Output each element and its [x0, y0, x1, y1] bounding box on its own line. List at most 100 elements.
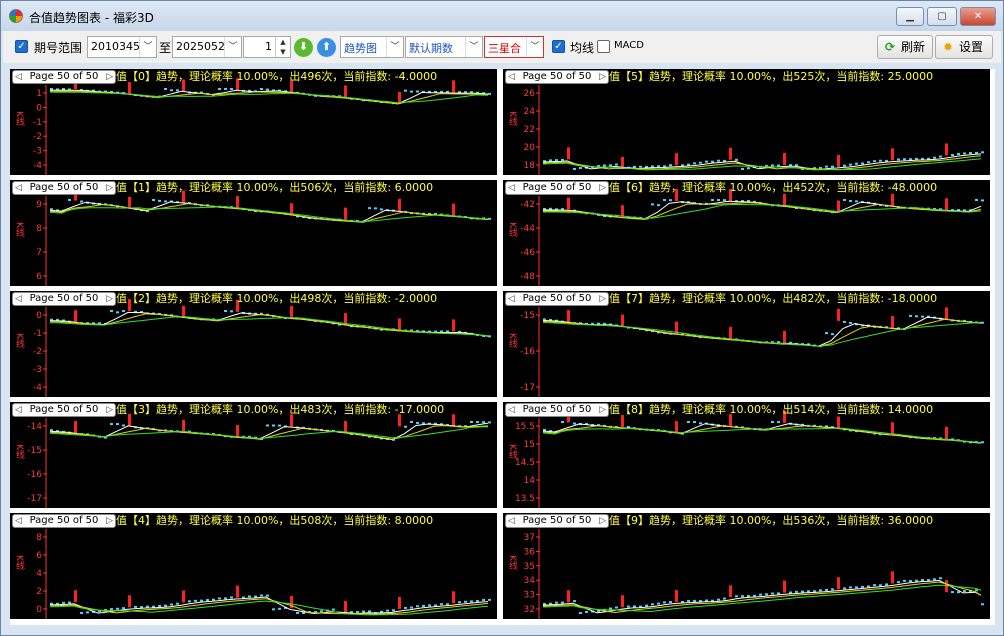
trend-dot — [218, 88, 221, 90]
chevron-left-icon[interactable]: ◁ — [508, 404, 515, 416]
trend-dot — [86, 611, 89, 614]
spin-up-icon[interactable]: ▲ — [275, 37, 290, 47]
app-logo-icon — [9, 9, 23, 23]
pager-control[interactable]: ◁ Page 50 of 50 ▷ — [12, 292, 116, 306]
y-tick-label: 13.5 — [515, 494, 535, 504]
to-period-value: 2025052 — [176, 40, 225, 53]
pager-control[interactable]: ◁ Page 50 of 50 ▷ — [12, 514, 116, 528]
chart-panel[interactable]: ◁ Page 50 of 50 ▷ 值【8】趋势，理论概率 10.00%，出514次，… — [503, 402, 990, 508]
chevron-left-icon[interactable]: ◁ — [508, 71, 515, 83]
y-tick-label: 7 — [36, 248, 42, 258]
chart-panel[interactable]: ◁ Page 50 of 50 ▷ 值【9】趋势，理论概率 10.00%，出536次，… — [503, 513, 990, 619]
trend-dot — [855, 586, 858, 589]
pager-control[interactable]: ◁ Page 50 of 50 ▷ — [505, 70, 609, 84]
chart-panel[interactable]: ◁ Page 50 of 50 ▷ 值【1】趋势，理论概率 10.00%，出506次，… — [10, 180, 497, 286]
trend-dot — [909, 579, 912, 582]
trend-dot — [975, 199, 978, 201]
trend-dot — [843, 199, 846, 201]
chart-panel[interactable]: ◁ Page 50 of 50 ▷ 值【4】趋势，理论概率 10.00%，出508次，… — [10, 513, 497, 619]
spin-down-icon[interactable]: ▼ — [275, 47, 290, 57]
trend-dot — [110, 608, 113, 611]
trend-dot — [278, 607, 281, 610]
chart-panel[interactable]: ◁ Page 50 of 50 ▷ 值【2】趋势，理论概率 10.00%，出498次，… — [10, 291, 497, 397]
trend-dot — [969, 152, 972, 155]
chevron-left-icon[interactable]: ◁ — [15, 71, 22, 83]
trend-dot — [458, 601, 461, 604]
refresh-button[interactable]: ⟳ 刷新 — [877, 35, 933, 59]
kline-bar — [398, 198, 401, 211]
trend-dot — [573, 422, 576, 425]
pager-control[interactable]: ◁ Page 50 of 50 ▷ — [12, 181, 116, 195]
chevron-left-icon[interactable]: ◁ — [508, 515, 515, 527]
trend-dot — [224, 88, 227, 90]
pager-control[interactable]: ◁ Page 50 of 50 ▷ — [12, 403, 116, 417]
chart-panel[interactable]: ◁ Page 50 of 50 ▷ 值【7】趋势，理论概率 10.00%，出482次，… — [503, 291, 990, 397]
trend-dot — [555, 159, 558, 162]
maximize-button[interactable]: ▢ — [927, 7, 957, 26]
chevron-right-icon[interactable]: ▷ — [106, 71, 113, 83]
prev-arrow-button[interactable]: ⬆ — [317, 38, 336, 57]
combo-type-select[interactable]: 三星合 ﹀ — [484, 36, 544, 58]
chevron-left-icon[interactable]: ◁ — [15, 182, 22, 194]
pager-control[interactable]: ◁ Page 50 of 50 ▷ — [505, 292, 609, 306]
view-mode-select[interactable]: 趋势图 ﹀ — [340, 36, 404, 58]
trend-dot — [488, 92, 491, 95]
to-period-select[interactable]: 2025052 ﹀ — [172, 36, 242, 58]
from-period-select[interactable]: 2010345 ﹀ — [87, 36, 157, 58]
chart-panel[interactable]: ◁ Page 50 of 50 ▷ 值【6】趋势，理论概率 10.00%，出452次，… — [503, 180, 990, 286]
combo-type-value: 三星合 — [488, 42, 521, 55]
panel-header: ◁ Page 50 of 50 ▷ 值【7】趋势，理论概率 10.00%，出482次，… — [503, 291, 990, 307]
chart-panel[interactable]: ◁ Page 50 of 50 ▷ 值【5】趋势，理论概率 10.00%，出525次，… — [503, 69, 990, 175]
trend-dot — [266, 88, 269, 91]
chevron-right-icon[interactable]: ▷ — [106, 293, 113, 305]
chevron-right-icon[interactable]: ▷ — [599, 71, 606, 83]
pager-control[interactable]: ◁ Page 50 of 50 ▷ — [505, 514, 609, 528]
trend-dot — [693, 599, 696, 602]
trend-dot — [266, 594, 269, 597]
chevron-right-icon[interactable]: ▷ — [599, 182, 606, 194]
chevron-left-icon[interactable]: ◁ — [15, 515, 22, 527]
chevron-left-icon[interactable]: ◁ — [508, 293, 515, 305]
trend-dot — [669, 199, 672, 202]
chart-panel[interactable]: ◁ Page 50 of 50 ▷ 值【0】趋势，理论概率 10.00%，出496次，… — [10, 69, 497, 175]
pager-control[interactable]: ◁ Page 50 of 50 ▷ — [12, 70, 116, 84]
trend-dot — [825, 165, 828, 168]
y-tick-label: 35 — [524, 562, 535, 572]
chevron-left-icon[interactable]: ◁ — [508, 182, 515, 194]
period-mode-select[interactable]: 默认期数 ﹀ — [405, 36, 483, 58]
chevron-right-icon[interactable]: ▷ — [599, 515, 606, 527]
trend-dot — [170, 89, 173, 92]
period-range-checkbox[interactable]: ✓ — [15, 40, 28, 53]
close-button[interactable]: ✕ — [960, 7, 996, 26]
macd-checkbox[interactable] — [597, 40, 610, 53]
chevron-right-icon[interactable]: ▷ — [106, 404, 113, 416]
moving-average-line — [49, 425, 489, 440]
step-spinner[interactable]: 1 ▲ ▼ — [243, 36, 291, 58]
settings-button[interactable]: ✹ 设置 — [935, 35, 993, 59]
chevron-right-icon[interactable]: ▷ — [599, 404, 606, 416]
minimize-button[interactable]: ▁ — [896, 7, 924, 26]
next-arrow-button[interactable]: ⬇ — [294, 38, 313, 57]
pager-control[interactable]: ◁ Page 50 of 50 ▷ — [505, 403, 609, 417]
kline-bar — [891, 422, 894, 435]
chevron-left-icon[interactable]: ◁ — [15, 293, 22, 305]
trend-dot — [68, 601, 71, 604]
chevron-left-icon[interactable]: ◁ — [15, 404, 22, 416]
pager-control[interactable]: ◁ Page 50 of 50 ▷ — [505, 181, 609, 195]
trend-dot — [170, 603, 173, 606]
trend-dot — [573, 168, 576, 170]
trend-dot — [897, 158, 900, 161]
trend-dot — [164, 88, 167, 90]
from-period-value: 2010345 — [91, 40, 140, 53]
trend-dot — [657, 165, 660, 168]
chevron-right-icon[interactable]: ▷ — [599, 293, 606, 305]
trend-dot — [176, 602, 179, 605]
trend-dot — [711, 160, 714, 163]
panel-header: ◁ Page 50 of 50 ▷ 值【1】趋势，理论概率 10.00%，出506次，… — [10, 180, 497, 196]
trend-dot — [164, 604, 167, 607]
ma-checkbox[interactable]: ✓ — [552, 40, 565, 53]
chevron-right-icon[interactable]: ▷ — [106, 182, 113, 194]
kline-bar — [783, 580, 786, 593]
chevron-right-icon[interactable]: ▷ — [106, 515, 113, 527]
chart-panel[interactable]: ◁ Page 50 of 50 ▷ 值【3】趋势，理论概率 10.00%，出483次，… — [10, 402, 497, 508]
